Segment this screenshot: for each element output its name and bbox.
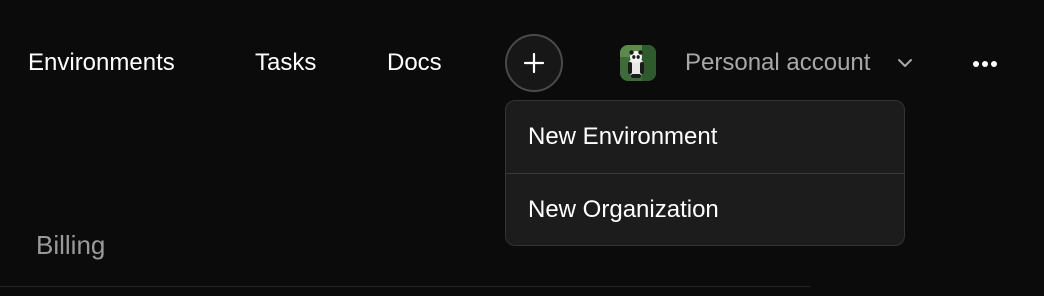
panda-avatar-icon [620, 45, 656, 81]
app-root: Environments Tasks Docs Personal account [0, 0, 1044, 296]
menu-item-new-environment[interactable]: New Environment [506, 101, 904, 173]
avatar[interactable] [620, 45, 656, 81]
menu-item-new-organization[interactable]: New Organization [506, 174, 904, 245]
add-dropdown-menu: New Environment New Organization [505, 100, 905, 246]
divider [0, 286, 810, 287]
more-horizontal-icon [973, 61, 997, 67]
chevron-down-icon[interactable] [896, 56, 914, 70]
more-options-button[interactable] [969, 50, 1001, 78]
plus-icon [523, 52, 545, 74]
account-switcher-label[interactable]: Personal account [685, 48, 870, 78]
nav-link-docs[interactable]: Docs [387, 48, 442, 78]
section-title-billing: Billing [36, 230, 106, 260]
nav-link-environments[interactable]: Environments [28, 48, 175, 78]
add-button[interactable] [505, 34, 563, 92]
nav-link-tasks[interactable]: Tasks [255, 48, 316, 78]
